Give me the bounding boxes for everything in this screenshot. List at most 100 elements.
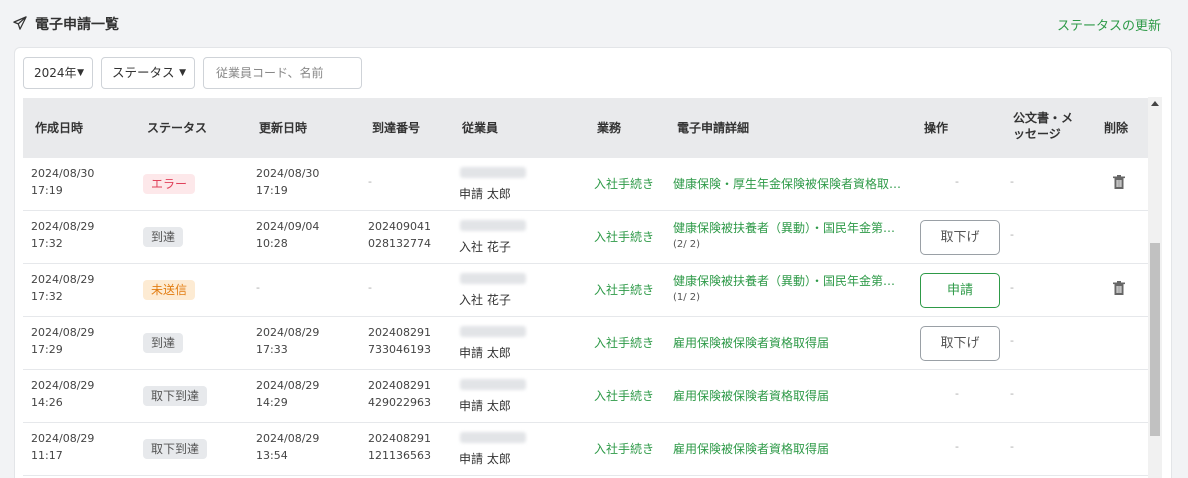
official-docs: - — [1010, 228, 1014, 241]
employee-code-redacted — [460, 273, 526, 284]
col-created: 作成日時 — [35, 121, 84, 135]
official-docs: - — [1010, 334, 1014, 347]
arrival-number-line1: 202408291 — [368, 432, 431, 445]
application-detail-link[interactable]: 雇用保険被保険者資格取得届 — [673, 440, 829, 457]
arrival-number-line1: 202408291 — [368, 326, 431, 339]
table-row[interactable]: 2024/08/29 17:32 未送信 - - 入社 花子 入社手続き 健康保険被扶養者（異… — [23, 264, 1149, 317]
vertical-scrollbar[interactable] — [1148, 97, 1162, 478]
status-select[interactable]: ステータス ▼ — [101, 57, 195, 89]
status-badge: 到達 — [143, 333, 184, 353]
application-list-card: 2024年 ▼ ステータス ▼ 作成日時 ステータス 更新日時 到達番号 従業員… — [14, 47, 1172, 478]
page-header: 電子申請一覧 ステータスの更新 — [0, 0, 1188, 48]
table-row[interactable]: 2024/08/29 11:17 取下到達 2024/08/29 13:54 202408… — [23, 423, 1149, 476]
updated-time: 10:28 — [256, 237, 288, 250]
created-date: 2024/08/29 — [31, 432, 95, 445]
updated-date: 2024/08/29 — [256, 379, 320, 392]
year-select[interactable]: 2024年 ▼ — [23, 57, 93, 89]
created-time: 17:29 — [31, 343, 63, 356]
status-badge: 到達 — [143, 227, 184, 247]
col-docs: 公文書・メッセージ — [1013, 111, 1074, 141]
updated-time: 13:54 — [256, 449, 288, 462]
arrival-number-line2: 733046193 — [368, 343, 431, 356]
col-delete: 削除 — [1104, 121, 1129, 135]
employee-code-redacted — [460, 379, 526, 390]
official-docs: - — [1010, 387, 1014, 400]
task-link[interactable]: 入社手続き — [594, 281, 654, 298]
employee-name: 申請 太郎 — [459, 399, 511, 413]
col-detail: 電子申請詳細 — [677, 121, 750, 135]
created-time: 17:32 — [31, 290, 63, 303]
created-date: 2024/08/29 — [31, 326, 95, 339]
detail-page-count: (1/ 2) — [673, 292, 701, 303]
chevron-down-icon: ▼ — [179, 68, 186, 78]
arrival-number: - — [368, 281, 372, 294]
employee-code-redacted — [460, 220, 526, 231]
col-employee: 従業員 — [462, 121, 499, 135]
created-time: 11:17 — [31, 449, 63, 462]
arrival-number-line1: 202409041 — [368, 220, 431, 233]
trash-icon[interactable] — [1112, 280, 1126, 296]
status-badge: エラー — [143, 174, 196, 194]
table-row[interactable]: 2024/08/29 17:29 到達 2024/08/29 17:33 20240829… — [23, 317, 1149, 370]
arrival-number-line2: 028132774 — [368, 237, 431, 250]
application-detail-link[interactable]: 健康保険被扶養者（異動）・国民年金第… — [673, 219, 895, 236]
employee-name: 入社 花子 — [459, 293, 511, 307]
task-link[interactable]: 入社手続き — [594, 228, 654, 245]
updated-time: 14:29 — [256, 396, 288, 409]
application-detail-link[interactable]: 健康保険被扶養者（異動）・国民年金第… — [673, 272, 895, 289]
chevron-down-icon: ▼ — [77, 68, 84, 78]
year-select-value: 2024年 — [34, 66, 77, 80]
application-detail-link[interactable]: 健康保険・厚生年金保険被保険者資格取… — [673, 175, 901, 192]
employee-name: 申請 太郎 — [459, 187, 511, 201]
arrival-number-line2: 429022963 — [368, 396, 431, 409]
status-badge: 取下到達 — [143, 386, 208, 406]
table-row[interactable]: 2024/08/29 14:26 取下到達 2024/08/29 14:29 202408… — [23, 370, 1149, 423]
col-action: 操作 — [924, 121, 949, 135]
task-link[interactable]: 入社手続き — [594, 175, 654, 192]
employee-search-input[interactable] — [203, 57, 362, 89]
employee-code-redacted — [460, 326, 526, 337]
action-empty: - — [955, 387, 959, 400]
col-task: 業務 — [597, 121, 622, 135]
status-select-value: ステータス — [112, 65, 175, 80]
table-row[interactable]: 2024/08/30 17:19 エラー 2024/08/30 17:19 - 申請 太郎 入… — [23, 158, 1149, 211]
status-update-link[interactable]: ステータスの更新 — [1057, 15, 1161, 34]
official-docs: - — [1010, 440, 1014, 453]
employee-code-redacted — [460, 167, 526, 178]
apply-button[interactable]: 申請 — [920, 273, 1000, 308]
status-badge: 未送信 — [143, 280, 196, 300]
applications-table: 作成日時 ステータス 更新日時 到達番号 従業員 業務 電子申請詳細 操作 公文… — [23, 98, 1149, 478]
application-detail-link[interactable]: 雇用保険被保険者資格取得届 — [673, 387, 829, 404]
status-badge: 取下到達 — [143, 439, 208, 459]
task-link[interactable]: 入社手続き — [594, 440, 654, 457]
updated-date: 2024/09/04 — [256, 220, 320, 233]
task-link[interactable]: 入社手続き — [594, 387, 654, 404]
withdraw-button[interactable]: 取下げ — [920, 220, 1000, 255]
official-docs: - — [1010, 175, 1014, 188]
action-empty: - — [955, 175, 959, 188]
task-link[interactable]: 入社手続き — [594, 334, 654, 351]
table-header: 作成日時 ステータス 更新日時 到達番号 従業員 業務 電子申請詳細 操作 公文… — [23, 98, 1149, 158]
official-docs: - — [1010, 281, 1014, 294]
col-arrival: 到達番号 — [372, 121, 421, 135]
col-status: ステータス — [147, 121, 208, 135]
action-empty: - — [955, 440, 959, 453]
scroll-up-arrow-icon[interactable] — [1151, 101, 1159, 106]
created-date: 2024/08/29 — [31, 220, 95, 233]
scroll-thumb[interactable] — [1150, 243, 1160, 436]
table-row[interactable]: 2024/08/29 17:32 到達 2024/09/04 10:28 20240904… — [23, 211, 1149, 264]
trash-icon[interactable] — [1112, 174, 1126, 190]
withdraw-button[interactable]: 取下げ — [920, 326, 1000, 361]
updated-time: 17:19 — [256, 184, 288, 197]
created-time: 17:19 — [31, 184, 63, 197]
page-title: 電子申請一覧 — [35, 17, 119, 33]
paper-plane-icon — [13, 16, 27, 30]
arrival-number: - — [368, 175, 372, 188]
created-time: 17:32 — [31, 237, 63, 250]
application-detail-link[interactable]: 雇用保険被保険者資格取得届 — [673, 334, 829, 351]
employee-name: 申請 太郎 — [459, 452, 511, 466]
col-updated: 更新日時 — [259, 121, 308, 135]
employee-name: 入社 花子 — [459, 240, 511, 254]
updated-date: 2024/08/29 — [256, 432, 320, 445]
updated-date: 2024/08/30 — [256, 167, 320, 180]
